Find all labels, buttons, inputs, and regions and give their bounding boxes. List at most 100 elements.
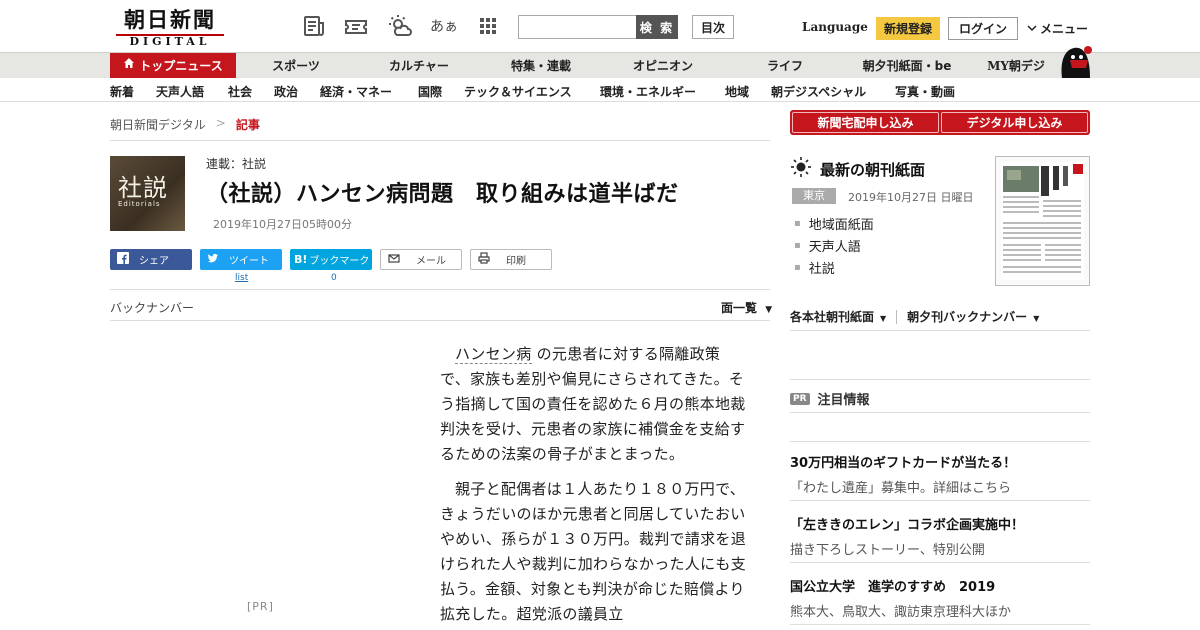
site-logo[interactable]: 朝日新聞 DIGITAL — [110, 7, 230, 48]
hatena-count: 0 — [331, 273, 337, 283]
series-label[interactable]: 連載：社説 — [206, 155, 266, 172]
nav-item-my-asadigi[interactable]: MY朝デジ — [980, 53, 1052, 79]
mail-share-button[interactable]: メール — [380, 249, 462, 270]
font-size-icon[interactable]: あぁ — [430, 12, 458, 40]
nav-item-top-news[interactable]: トップニュース — [110, 53, 236, 79]
sub-item-tensei-jingo[interactable]: 天声人語 — [156, 83, 204, 100]
editorial-badge[interactable]: 社説 Editorials — [110, 156, 185, 231]
apps-grid-icon[interactable] — [474, 12, 502, 40]
search-input[interactable] — [518, 15, 636, 39]
promo-item[interactable]: 30万円相当のギフトカードが当たる！ 「わたし遺産」募集中。詳細はこちら — [790, 452, 1090, 496]
page-list-dropdown[interactable]: 面一覧 ▼ — [721, 299, 772, 316]
language-link[interactable]: Language — [802, 20, 868, 34]
ticket-icon[interactable] — [342, 12, 370, 40]
promo-subtitle: 描き下ろしストーリー、特別公開 — [790, 543, 985, 558]
region-badge[interactable]: 東京 — [792, 188, 836, 204]
home-delivery-button[interactable]: 新聞宅配申し込み — [792, 112, 939, 133]
paper-link-editorial[interactable]: ▪ 社説 — [794, 256, 874, 278]
promo-item[interactable]: 国公立大学 進学のすすめ 2019 熊本大、鳥取大、諏訪東京理科大ほか — [790, 576, 1090, 620]
backnumber-link[interactable]: バックナンバー — [110, 299, 194, 316]
nav-item-life[interactable]: ライフ — [736, 53, 834, 79]
breadcrumb-home[interactable]: 朝日新聞デジタル — [110, 116, 206, 133]
sub-item-special[interactable]: 朝デジスペシャル — [771, 83, 866, 100]
twitter-count-link[interactable]: list — [235, 273, 248, 283]
sub-item-photo-video[interactable]: 写真・動画 — [895, 83, 955, 100]
pr-heading: PR 注目情報 — [790, 389, 870, 408]
hatena-bookmark-button[interactable]: B! ブックマーク — [290, 249, 372, 270]
logo-subtitle: DIGITAL — [116, 34, 224, 48]
hatena-bookmark-label: ブックマーク — [309, 256, 370, 267]
pr-badge: PR — [790, 392, 810, 405]
hatena-icon: B! — [294, 253, 308, 266]
sub-item-society[interactable]: 社会 — [228, 83, 252, 100]
latest-paper-title[interactable]: 最新の朝刊紙面 — [820, 159, 925, 180]
twitter-icon — [207, 252, 219, 267]
weather-icon[interactable] — [386, 12, 414, 40]
pr-title: 注目情報 — [817, 393, 870, 408]
nav-item-culture[interactable]: カルチャー — [366, 53, 472, 79]
register-button[interactable]: 新規登録 — [876, 17, 940, 40]
publish-date: 2019年10月27日05時00分 — [213, 218, 352, 231]
promo-title: 国公立大学 進学のすすめ 2019 — [790, 580, 996, 595]
breadcrumb-current: 記事 — [235, 118, 260, 132]
print-label: 印刷 — [506, 256, 526, 267]
sub-item-latest[interactable]: 新着 — [110, 83, 134, 100]
sub-nav: 新着 天声人語 社会 政治 経済・マネー 国際 テック＆サイエンス 環境・エネル… — [0, 78, 1200, 102]
nav-item-newspaper[interactable]: 朝夕刊紙面・be — [852, 53, 962, 79]
divider — [790, 330, 1090, 331]
mascot-icon[interactable] — [1056, 44, 1092, 78]
mail-label: メール — [416, 256, 446, 267]
sun-icon — [790, 156, 812, 182]
article-body: ハンセン病 の元患者に対する隔離政策で、家族も差別や偏見にさらされてきた。そう指… — [440, 342, 750, 630]
paper-link-label: 地域面紙面 — [808, 217, 874, 233]
paper-link-regional[interactable]: ▪ 地域面紙面 — [794, 212, 874, 234]
paper-link-tensei-jingo[interactable]: ▪ 天声人語 — [794, 234, 874, 256]
login-button[interactable]: ログイン — [948, 17, 1018, 40]
bullet-icon: ▪ — [794, 261, 801, 273]
promo-subtitle: 熊本大、鳥取大、諏訪東京理科大ほか — [790, 605, 1012, 620]
promo-item[interactable]: 「左ききのエレン」コラボ企画実施中！ 描き下ろしストーリー、特別公開 — [790, 514, 1090, 558]
divider — [790, 500, 1090, 501]
home-icon — [123, 52, 135, 78]
backnumber-dropdown[interactable]: 朝夕刊バックナンバー ▼ — [907, 308, 1039, 325]
bullet-icon: ▪ — [794, 217, 801, 229]
search-button[interactable]: 検 索 — [636, 15, 678, 39]
print-button[interactable]: 印刷 — [470, 249, 552, 270]
toc-button[interactable]: 目次 — [692, 15, 734, 39]
site-header: 朝日新聞 DIGITAL あぁ 検 索 目次 Language 新規登録 ログイ… — [0, 0, 1200, 52]
breadcrumb-separator: > — [215, 116, 226, 130]
menu-button[interactable]: メニュー — [1026, 20, 1088, 37]
facebook-share-button[interactable]: シェア — [110, 249, 192, 270]
twitter-share-button[interactable]: ツイート — [200, 249, 282, 270]
paper-date: 2019年10月27日 日曜日 — [848, 191, 974, 204]
bullet-icon: ▪ — [794, 239, 801, 251]
chevron-down-icon — [1026, 22, 1038, 36]
digital-subscribe-button[interactable]: デジタル申し込み — [941, 112, 1088, 133]
divider — [790, 562, 1090, 563]
paper-link-label: 社説 — [808, 261, 835, 277]
divider — [790, 624, 1090, 625]
paper-links: ▪ 地域面紙面 ▪ 天声人語 ▪ 社説 — [794, 212, 874, 278]
sub-item-tech-science[interactable]: テック＆サイエンス — [464, 83, 572, 100]
nav-item-features[interactable]: 特集・連載 — [490, 53, 592, 79]
paper-dropdowns: 各本社朝刊紙面 ▼ 朝夕刊バックナンバー ▼ — [790, 308, 1039, 325]
sub-item-international[interactable]: 国際 — [418, 83, 442, 100]
newspaper-icon[interactable] — [300, 12, 328, 40]
glossary-link[interactable]: ハンセン病 — [455, 345, 532, 364]
nav-item-opinion[interactable]: オピニオン — [612, 53, 714, 79]
sub-item-economy[interactable]: 経済・マネー — [320, 83, 392, 100]
sub-item-environment[interactable]: 環境・エネルギー — [600, 83, 696, 100]
sub-item-politics[interactable]: 政治 — [274, 83, 298, 100]
dropdown-label: 朝夕刊バックナンバー — [907, 310, 1028, 324]
newspaper-thumbnail[interactable] — [995, 156, 1090, 286]
article-headline: （社説）ハンセン病問題 取り組みは道半ばだ — [206, 182, 679, 207]
sub-item-region[interactable]: 地域 — [725, 83, 749, 100]
twitter-share-label: ツイート — [229, 256, 269, 267]
latest-paper-heading: 最新の朝刊紙面 — [790, 156, 925, 182]
caret-down-icon: ▼ — [880, 314, 887, 323]
divider — [790, 441, 1090, 442]
morning-edition-dropdown[interactable]: 各本社朝刊紙面 ▼ — [790, 308, 886, 325]
divider — [790, 379, 1090, 380]
nav-item-sports[interactable]: スポーツ — [246, 53, 346, 79]
logo-title: 朝日新聞 — [124, 7, 216, 32]
